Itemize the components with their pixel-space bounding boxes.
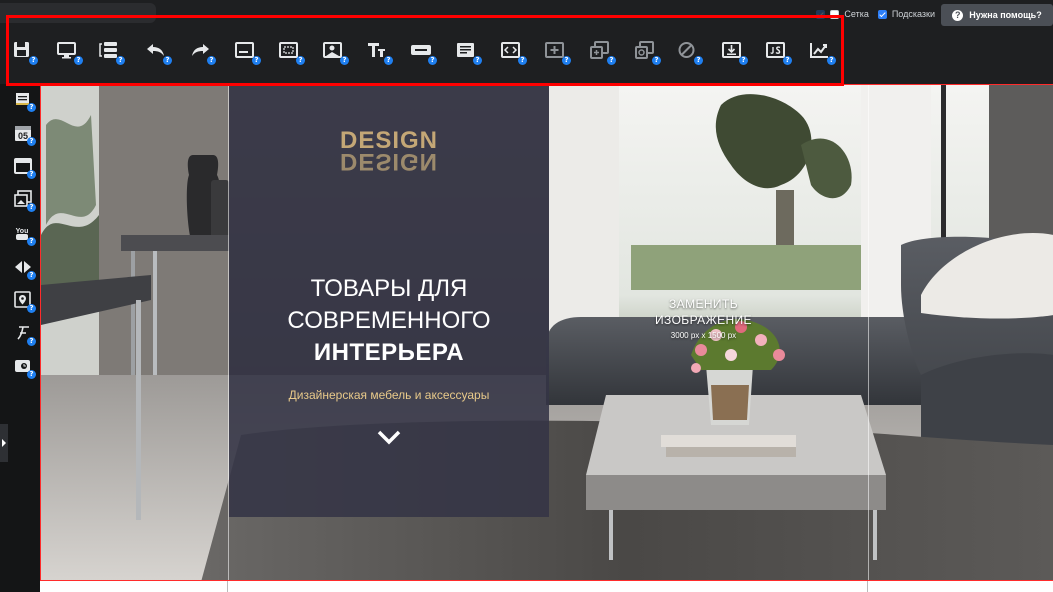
toolbar-js-button[interactable]: ? (765, 40, 792, 65)
sidebar-calendar-button[interactable]: 05 ? (14, 124, 36, 146)
hint-badge: ? (428, 56, 437, 65)
toolbar-frame-button[interactable]: ? (278, 40, 305, 65)
hint-badge: ? (207, 56, 216, 65)
hints-checkbox[interactable] (877, 9, 887, 19)
project-tab[interactable] (0, 3, 156, 23)
help-button-label: Нужна помощь? (969, 10, 1042, 20)
guide-line-right-below (867, 581, 868, 592)
sidebar-gallery-button[interactable]: ? (14, 190, 36, 212)
scroll-down-chevron-icon[interactable] (377, 428, 401, 446)
hint-badge: ? (783, 56, 792, 65)
hint-badge: ? (27, 237, 36, 246)
hint-badge: ? (694, 56, 703, 65)
toolbar-desktop-preview-button[interactable]: ? (56, 40, 83, 65)
element-sidebar: ? 05 ? ? ? You ? ? ? ? ? (0, 84, 40, 592)
hint-badge: ? (384, 56, 393, 65)
top-bar: Сетка Подсказки ? Нужна помощь? (0, 0, 1053, 28)
hint-badge: ? (607, 56, 616, 65)
hint-badge: ? (27, 271, 36, 280)
toolbar-add-block-button[interactable]: ? (544, 40, 571, 65)
toolbar-disable-button[interactable]: ? (676, 40, 703, 65)
main-toolbar: ? ? ? ? ? ? ? ? ? ? ? ? ? ? ? ? ? ? ? (0, 28, 1053, 84)
guide-line-left-below (227, 581, 228, 592)
toolbar-analytics-button[interactable]: ? (809, 40, 836, 65)
hint-badge: ? (29, 56, 38, 65)
hero-panel[interactable]: DESIGN DESIGN ТОВАРЫ ДЛЯ СОВРЕМЕННОГО ИН… (229, 85, 549, 517)
replace-image-hint[interactable]: ЗАМЕНИТЬ ИЗОБРАЖЕНИЕ 3000 px x 1500 px (641, 297, 766, 340)
youtube-icon-text: You (16, 228, 29, 235)
toolbar-save-button[interactable]: ? (11, 40, 38, 65)
hint-badge: ? (27, 170, 36, 179)
faded-checkbox[interactable] (816, 9, 826, 19)
view-options: Сетка Подсказки (816, 7, 935, 21)
editor-canvas[interactable]: DESIGN DESIGN ТОВАРЫ ДЛЯ СОВРЕМЕННОГО ИН… (40, 84, 1053, 581)
toolbar-button-element-button[interactable]: ? (410, 40, 437, 65)
hero-title-line-1: ТОВАРЫ ДЛЯ (310, 275, 468, 302)
toolbar-image-button[interactable]: ? (322, 40, 349, 65)
toolbar-screenshot-button[interactable]: ? (634, 40, 661, 65)
hero-subtitle: Дизайнерская мебель и аксессуары (288, 388, 490, 402)
hint-badge: ? (340, 56, 349, 65)
hint-badge: ? (739, 56, 748, 65)
toolbar-duplicate-button[interactable]: ? (589, 40, 616, 65)
hint-badge: ? (27, 337, 36, 346)
sidebar-map-button[interactable]: ? (14, 291, 36, 313)
hint-badge: ? (27, 137, 36, 146)
sidebar-slider-button[interactable]: ? (14, 258, 36, 280)
grid-label: Сетка (844, 9, 869, 19)
hero-title-line-2: СОВРЕМЕННОГО (287, 307, 491, 334)
help-icon: ? (952, 9, 964, 21)
hint-badge: ? (27, 370, 36, 379)
replace-image-size: 3000 px x 1500 px (670, 331, 737, 340)
sidebar-toggle-button[interactable]: ? (14, 357, 36, 379)
sidebar-window-button[interactable]: ? (14, 157, 36, 179)
hint-badge: ? (27, 203, 36, 212)
hint-badge: ? (27, 103, 36, 112)
toolbar-html-code-button[interactable]: ? (500, 40, 527, 65)
hint-badge: ? (473, 56, 482, 65)
guide-line-right (868, 85, 869, 580)
sidebar-youtube-button[interactable]: You ? (14, 224, 36, 246)
toolbar-block-button[interactable]: ? (234, 40, 261, 65)
hint-badge: ? (252, 56, 261, 65)
sidebar-note-button[interactable]: ? (14, 90, 36, 112)
hint-badge: ? (116, 56, 125, 65)
toolbar-undo-button[interactable]: ? (145, 40, 172, 65)
hint-badge: ? (562, 56, 571, 65)
hint-badge: ? (296, 56, 305, 65)
next-block-area (40, 581, 1053, 592)
toolbar-redo-button[interactable]: ? (189, 40, 216, 65)
grid-checkbox[interactable] (830, 9, 840, 19)
hint-badge: ? (518, 56, 527, 65)
hint-badge: ? (163, 56, 172, 65)
sidebar-font-button[interactable]: ? (14, 324, 36, 346)
hints-label: Подсказки (891, 9, 935, 19)
hint-badge: ? (27, 304, 36, 313)
toolbar-text-button[interactable]: ? (366, 40, 393, 65)
toolbar-download-button[interactable]: ? (721, 40, 748, 65)
hero-title-line-3: ИНТЕРЬЕРА (313, 339, 465, 366)
hint-badge: ? (74, 56, 83, 65)
logo-reflection: DESIGN (339, 148, 438, 175)
replace-image-line-1: ЗАМЕНИТЬ (669, 297, 738, 311)
toolbar-layers-button[interactable]: ? (98, 40, 125, 65)
hint-badge: ? (827, 56, 836, 65)
help-button[interactable]: ? Нужна помощь? (941, 4, 1053, 26)
replace-image-line-2: ИЗОБРАЖЕНИЕ (655, 313, 752, 327)
sidebar-collapse-handle[interactable] (0, 424, 8, 462)
hint-badge: ? (652, 56, 661, 65)
toolbar-paragraph-button[interactable]: ? (455, 40, 482, 65)
